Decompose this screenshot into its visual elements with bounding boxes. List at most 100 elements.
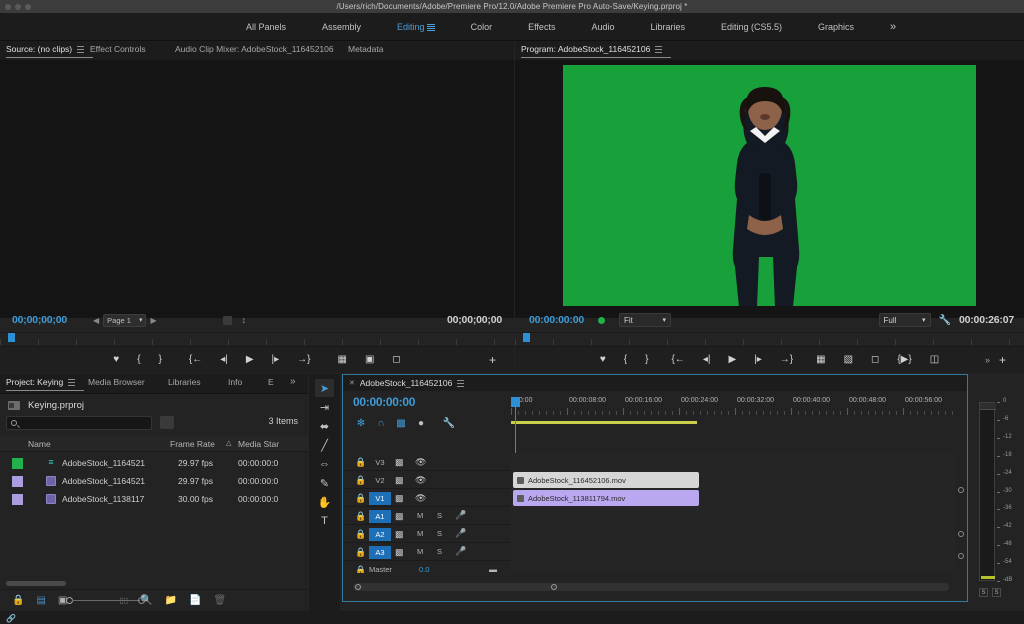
panel-tab-media-browser[interactable]: Media Browser <box>88 377 154 391</box>
new-bin-lock-icon[interactable]: 🔒 <box>12 595 24 606</box>
mark-in-icon[interactable]: { <box>624 355 627 365</box>
track-header-a2[interactable]: 🔒 A2 ▩ M S 🎤 <box>343 525 511 543</box>
add-marker-icon[interactable]: ● <box>411 415 431 431</box>
panel-menu-icon[interactable] <box>457 379 465 387</box>
sequence-settings-icon[interactable]: ✻ <box>351 415 371 431</box>
program-playhead[interactable] <box>523 333 530 342</box>
meter-solo-button[interactable]: S <box>992 588 1001 597</box>
meter-solo-button[interactable]: S <box>979 588 988 597</box>
link-icon[interactable]: 🔗 <box>6 614 16 623</box>
transport-overflow-icon[interactable]: » <box>985 355 990 365</box>
panel-tab-metadata[interactable]: Metadata <box>348 44 392 58</box>
hand-tool[interactable]: ✋ <box>315 493 334 511</box>
source-settings-icon[interactable] <box>222 315 232 325</box>
track-mute-button[interactable]: M <box>417 529 423 538</box>
prev-page-icon[interactable]: ◀ <box>89 316 103 325</box>
extract-icon[interactable]: ▧ <box>844 355 853 365</box>
column-header-name[interactable]: Name <box>28 439 51 449</box>
step-forward-icon[interactable]: |▸ <box>272 355 280 365</box>
track-target-icon[interactable]: ▩ <box>395 475 404 486</box>
lift-icon[interactable]: ▦ <box>816 355 825 365</box>
workspace-tab-editing[interactable]: Editing <box>379 13 453 41</box>
project-horizontal-scrollbar[interactable] <box>6 581 66 586</box>
mark-in-icon[interactable]: { <box>137 355 140 365</box>
add-marker-icon[interactable]: ♥ <box>600 355 606 365</box>
project-item-row[interactable]: AdobeStock_1164521 29.97 fps 00:00:00:0 <box>0 472 308 490</box>
vscroll-knob-mid[interactable] <box>958 531 964 537</box>
project-item-row[interactable]: ≡ AdobeStock_1164521 29.97 fps 00:00:00:0 <box>0 454 308 472</box>
track-name-label[interactable]: A3 <box>369 546 391 559</box>
multicam-icon[interactable]: ◫ <box>930 355 939 365</box>
track-lock-icon[interactable]: 🔒 <box>355 457 366 468</box>
freeform-view-icon[interactable] <box>160 416 174 429</box>
timeline-display-settings-icon[interactable]: 🔧 <box>439 415 459 431</box>
ripple-edit-tool[interactable]: ⬌ <box>315 417 334 435</box>
track-visibility-icon[interactable]: 👁 <box>415 457 426 468</box>
button-editor-icon[interactable]: + <box>999 353 1006 367</box>
track-solo-button[interactable]: S <box>437 547 442 556</box>
new-item-icon[interactable]: 📄 <box>189 595 201 606</box>
track-header-v3[interactable]: 🔒 V3 ▩ 👁 <box>343 453 511 471</box>
hscroll-knob-right[interactable] <box>551 584 557 590</box>
program-scrubber[interactable] <box>515 332 1024 346</box>
sort-icon[interactable] <box>138 597 145 604</box>
go-to-in-icon[interactable]: {← <box>189 355 202 365</box>
zoom-level-select[interactable]: Fit ▾ <box>619 313 672 327</box>
column-header-media-start[interactable]: Media Star <box>238 439 279 449</box>
vscroll-knob-top[interactable] <box>958 487 964 493</box>
workspace-tab-effects[interactable]: Effects <box>510 13 573 41</box>
track-header-v1[interactable]: 🔒 V1 ▩ 👁 <box>343 489 511 507</box>
pen-tool[interactable]: ✎ <box>315 474 334 492</box>
track-select-forward-tool[interactable]: ⇥ <box>315 398 334 416</box>
export-frame-icon[interactable]: ◻ <box>871 355 879 365</box>
workspace-tab-all-panels[interactable]: All Panels <box>228 13 304 41</box>
track-target-icon[interactable]: ▩ <box>395 493 404 504</box>
overwrite-icon[interactable]: ▣ <box>365 355 374 365</box>
track-target-icon[interactable]: ▩ <box>395 529 404 540</box>
track-header-a1[interactable]: 🔒 A1 ▩ M S 🎤 <box>343 507 511 525</box>
source-monitor-canvas[interactable] <box>0 61 514 318</box>
track-name-label[interactable]: V3 <box>369 456 391 469</box>
track-lock-icon[interactable]: 🔒 <box>355 547 366 558</box>
track-solo-button[interactable]: S <box>437 511 442 520</box>
track-header-a3[interactable]: 🔒 A3 ▩ M S 🎤 <box>343 543 511 561</box>
drag-handle-icon[interactable]: ↕ <box>242 315 247 325</box>
add-marker-icon[interactable]: ♥ <box>113 355 119 365</box>
column-header-frame-rate[interactable]: Frame Rate <box>170 439 215 449</box>
track-mute-button[interactable]: M <box>417 511 423 520</box>
workspace-tab-assembly[interactable]: Assembly <box>304 13 379 41</box>
search-input[interactable] <box>6 416 152 434</box>
button-editor-icon[interactable]: + <box>489 353 496 367</box>
step-back-icon[interactable]: ◂| <box>220 355 228 365</box>
track-header-v2[interactable]: 🔒 V2 ▩ 👁 <box>343 471 511 489</box>
source-scrubber[interactable] <box>0 332 514 346</box>
mark-out-icon[interactable]: } <box>159 355 162 365</box>
track-lock-icon[interactable]: 🔒 <box>355 511 366 522</box>
timeline-tracks-area[interactable]: AdobeStock_116452106.mov AdobeStock_11381… <box>511 453 955 571</box>
zoom-slider-track[interactable] <box>72 600 140 601</box>
panel-tab-info[interactable]: Info <box>228 377 251 391</box>
workspace-tab-color[interactable]: Color <box>453 13 511 41</box>
settings-wrench-icon[interactable]: 🔧 <box>939 315 951 326</box>
workspace-tab-libraries[interactable]: Libraries <box>632 13 703 41</box>
workspace-tab-audio[interactable]: Audio <box>573 13 632 41</box>
panel-menu-icon[interactable] <box>77 46 85 53</box>
track-name-label[interactable]: A1 <box>369 510 391 523</box>
vscroll-knob-bottom[interactable] <box>958 553 964 559</box>
linked-selection-icon[interactable]: ▩ <box>391 415 411 431</box>
track-mute-button[interactable]: M <box>417 547 423 556</box>
timeline-clip[interactable]: AdobeStock_113811794.mov <box>513 490 699 506</box>
timeline-playhead-timecode[interactable]: 00:00:00:00 <box>353 395 415 409</box>
track-lock-icon[interactable]: 🔒 <box>355 493 366 504</box>
go-to-out-icon[interactable]: →} <box>297 355 310 365</box>
track-lock-icon[interactable]: 🔒 <box>355 529 366 540</box>
source-playhead[interactable] <box>8 333 15 342</box>
search-field[interactable] <box>23 421 143 434</box>
track-visibility-icon[interactable]: 👁 <box>415 475 426 486</box>
timeline-sequence-name[interactable]: AdobeStock_116452106 <box>360 378 452 388</box>
track-target-icon[interactable]: ▩ <box>395 457 404 468</box>
list-view-icon[interactable]: ▤ <box>36 595 45 606</box>
panel-tab-audio-clip-mixer-adobestock-116452106[interactable]: Audio Clip Mixer: AdobeStock_116452106 <box>175 44 343 58</box>
panel-tab-program-adobestock-116452106[interactable]: Program: AdobeStock_116452106 <box>521 44 672 58</box>
panel-tab-source-no-clips[interactable]: Source: (no clips) <box>6 44 94 58</box>
